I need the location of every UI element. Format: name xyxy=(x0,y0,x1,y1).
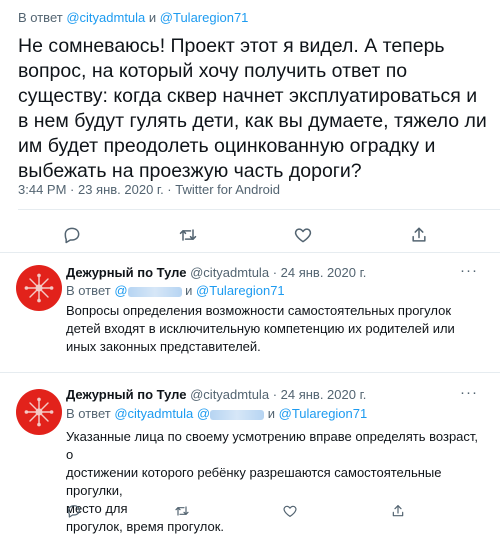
reply-text-line: достижении которого ребёнку разрешаются … xyxy=(66,465,442,498)
reply-icon xyxy=(68,505,80,518)
main-tweet-text: Не сомневаюсь! Проект этот я видел. А те… xyxy=(18,35,487,182)
avatar[interactable] xyxy=(16,265,62,311)
reply-actions xyxy=(66,501,486,521)
mention-tularegion71[interactable]: @Tularegion71 xyxy=(160,10,249,25)
redacted-text xyxy=(127,286,182,297)
reply-to: В ответ @ и @Tularegion71 xyxy=(66,283,285,298)
reply-prefix: В ответ xyxy=(66,283,111,298)
tweet-meta[interactable]: 3:44 PM · 23 янв. 2020 г. · Twitter for … xyxy=(18,182,280,197)
share-icon xyxy=(412,227,426,242)
mention-tularegion71[interactable]: @Tularegion71 xyxy=(279,406,368,421)
retweet-button[interactable] xyxy=(172,501,192,521)
reply-tweet[interactable]: Дежурный по Туле @cityadmtula · 24 янв. … xyxy=(0,253,500,372)
redacted-text xyxy=(210,409,265,420)
city-emblem-icon xyxy=(24,397,54,427)
mention-partial-visible: @ xyxy=(196,406,211,421)
main-reply-to: В ответ @cityadmtula и @Tularegion71 xyxy=(18,10,248,25)
tweet-date[interactable]: · 24 янв. 2020 г. xyxy=(273,387,367,402)
author-handle[interactable]: @cityadmtula xyxy=(190,387,269,402)
city-emblem-icon xyxy=(24,273,54,303)
reply-prefix: В ответ xyxy=(18,10,63,25)
reply-button[interactable] xyxy=(57,220,87,250)
mention-tularegion71[interactable]: @Tularegion71 xyxy=(196,283,285,298)
divider xyxy=(18,209,500,210)
share-icon xyxy=(392,505,404,517)
reply-text: Вопросы определения возможности самостоя… xyxy=(66,303,455,354)
reply-prefix: В ответ xyxy=(66,406,111,421)
like-button[interactable] xyxy=(280,501,300,521)
reply-header: Дежурный по Туле @cityadmtula · 24 янв. … xyxy=(66,387,366,402)
share-button[interactable] xyxy=(388,501,408,521)
mention-partial[interactable]: @ xyxy=(114,283,182,298)
retweet-icon xyxy=(179,229,197,241)
mention-partial-visible: @ xyxy=(114,283,128,298)
mention-partial[interactable]: @ xyxy=(196,406,265,421)
like-icon xyxy=(283,505,297,517)
reply-button[interactable] xyxy=(64,501,84,521)
more-options-icon[interactable]: ··· xyxy=(460,262,478,279)
author-name[interactable]: Дежурный по Туле xyxy=(66,387,186,402)
more-options-icon[interactable]: ··· xyxy=(460,384,478,401)
author-handle[interactable]: @cityadmtula xyxy=(190,265,269,280)
tweet-date[interactable]: · 24 янв. 2020 г. xyxy=(273,265,367,280)
reply-to: В ответ @cityadmtula @ и @Tularegion71 xyxy=(66,406,367,421)
reply-conjunction: и xyxy=(148,10,157,25)
share-button[interactable] xyxy=(404,220,434,250)
reply-icon xyxy=(64,227,80,244)
mention-cityadmtula[interactable]: @cityadmtula xyxy=(66,10,145,25)
reply-conjunction: и xyxy=(185,283,193,298)
reply-text-line: Указанные лица по своему усмотрению впра… xyxy=(66,429,479,462)
reply-tweet[interactable]: Дежурный по Туле @cityadmtula · 24 янв. … xyxy=(0,373,500,535)
retweet-button[interactable] xyxy=(173,220,203,250)
reply-header: Дежурный по Туле @cityadmtula · 24 янв. … xyxy=(66,265,366,280)
avatar[interactable] xyxy=(16,389,62,435)
author-name[interactable]: Дежурный по Туле xyxy=(66,265,186,280)
mention-cityadmtula[interactable]: @cityadmtula xyxy=(114,406,193,421)
retweet-icon xyxy=(175,506,189,516)
like-button[interactable] xyxy=(288,220,318,250)
like-icon xyxy=(294,228,312,243)
reply-conjunction: и xyxy=(267,406,275,421)
tweet-actions xyxy=(0,220,500,250)
